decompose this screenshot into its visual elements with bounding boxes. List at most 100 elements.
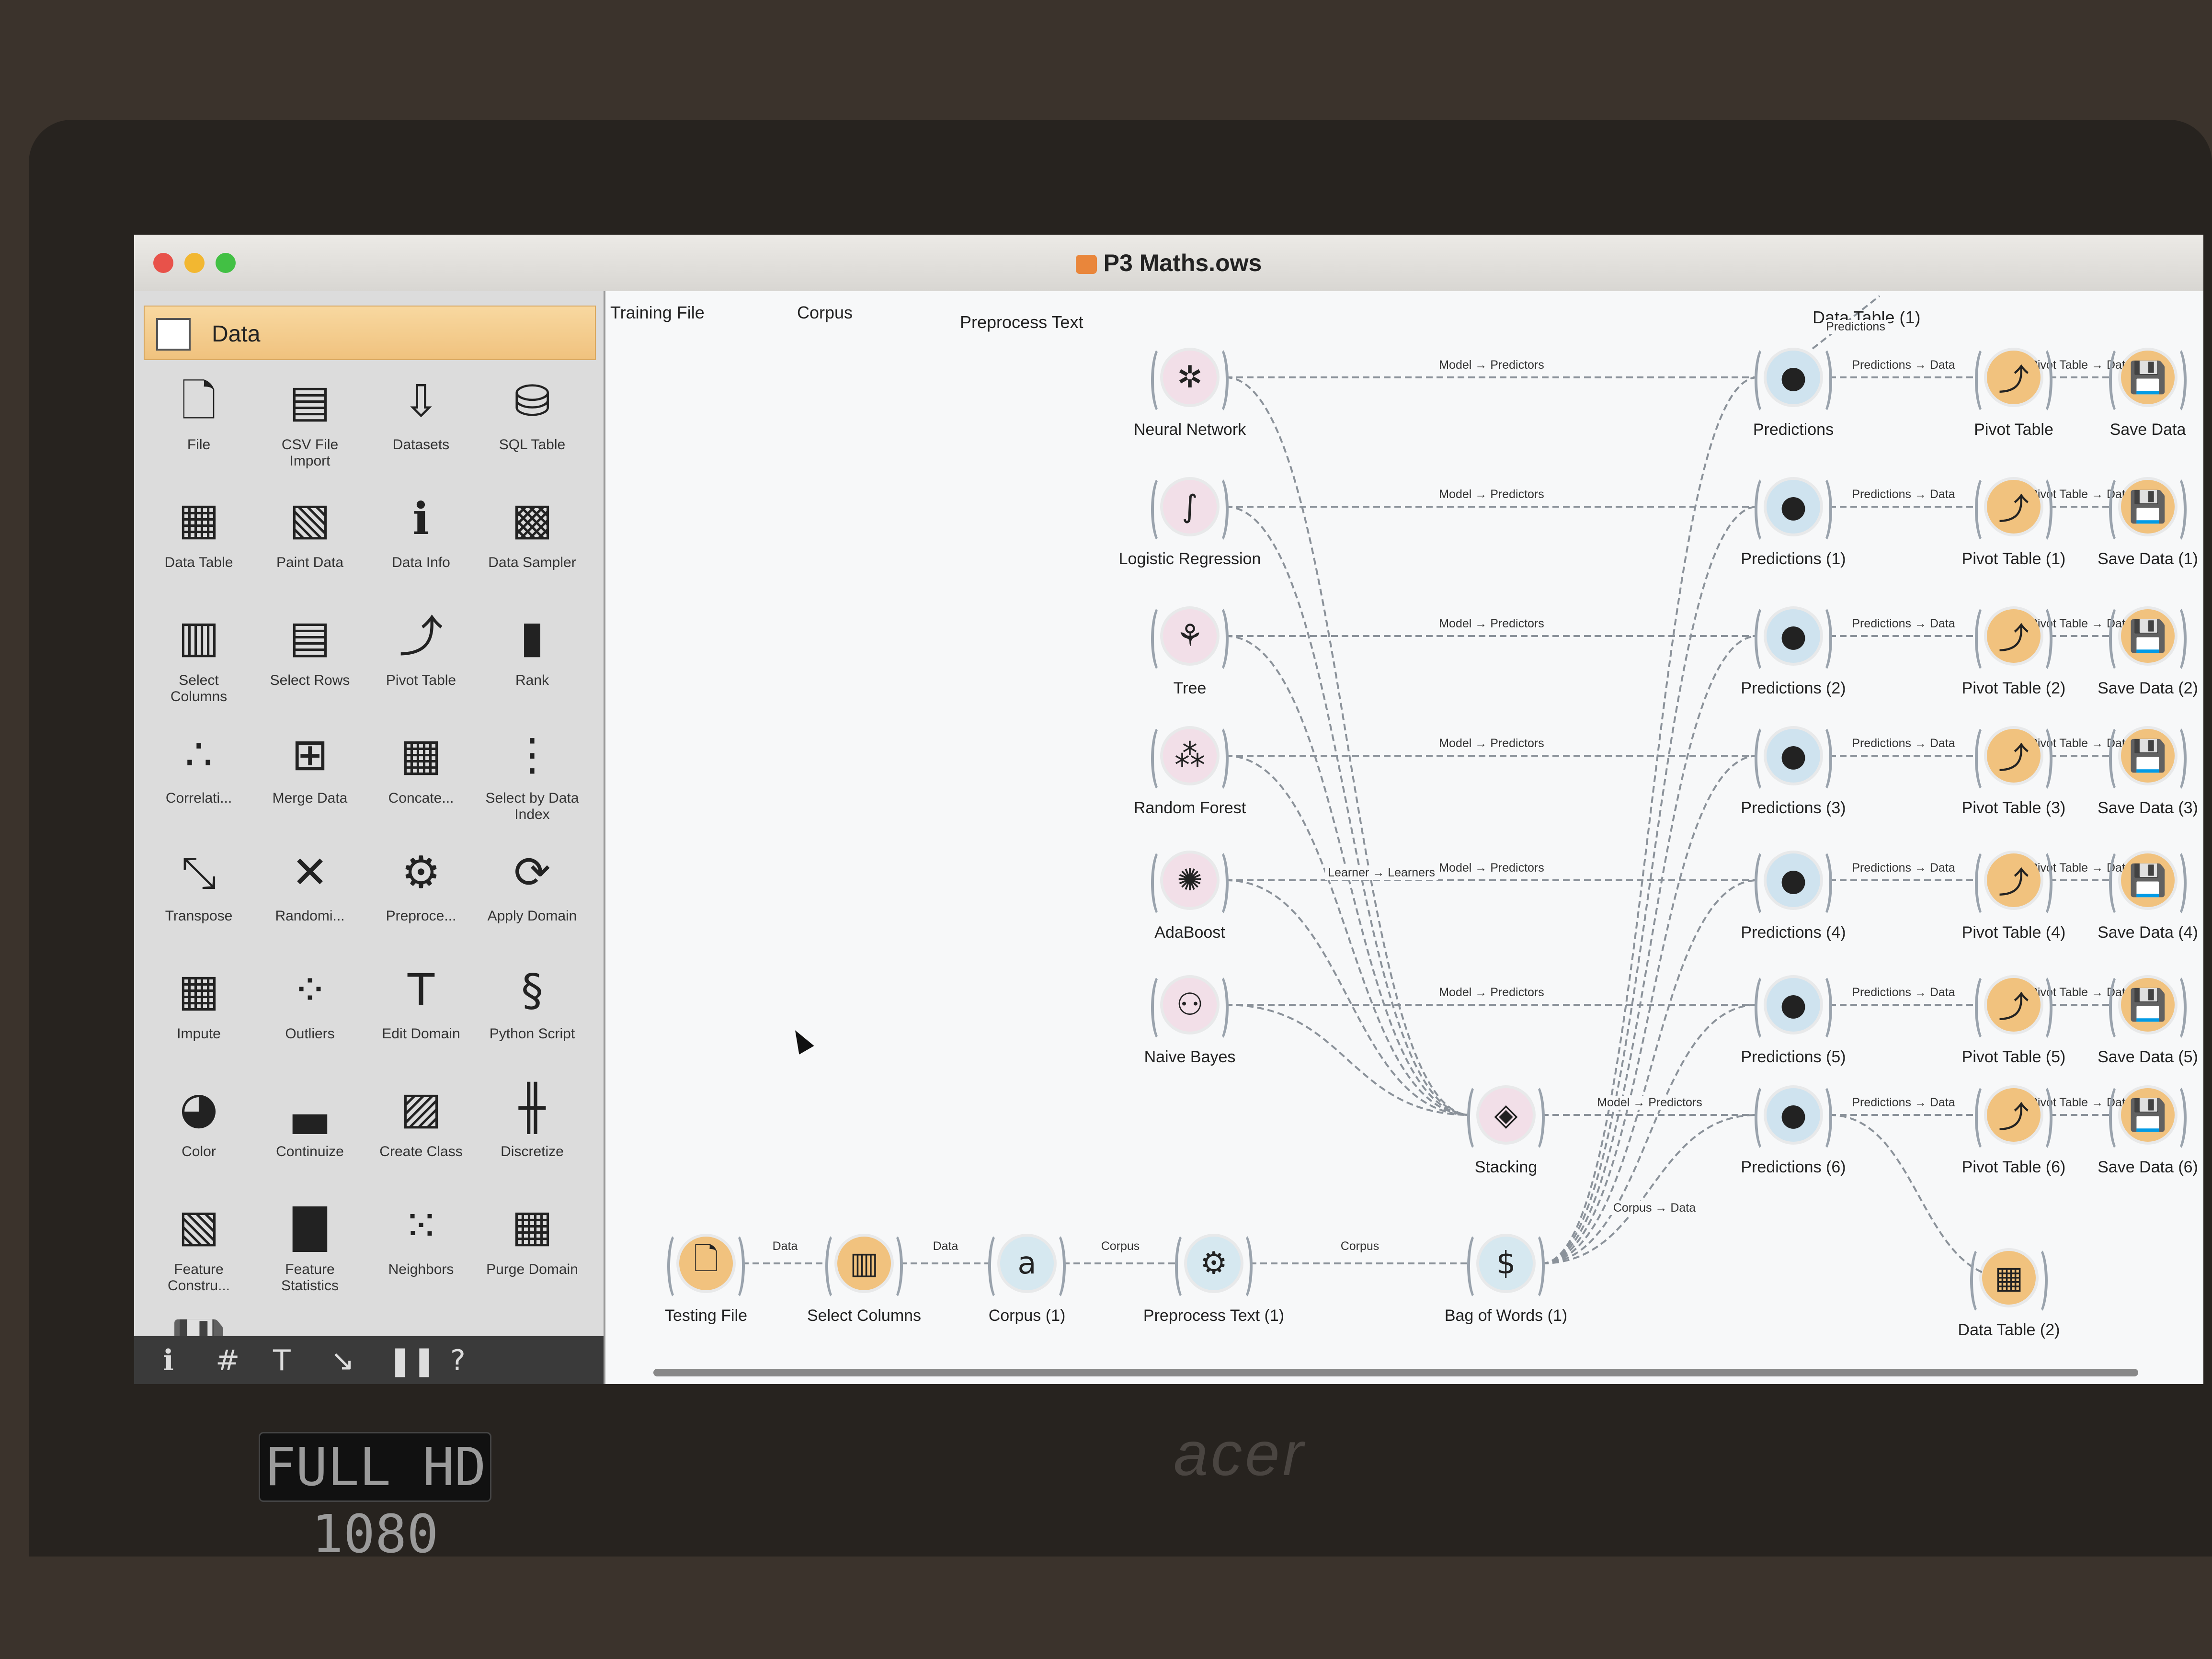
toolbox-widget[interactable]: ⊞ Merge Data: [260, 726, 360, 846]
toolbox-widget[interactable]: ▦ Concate...: [371, 726, 471, 846]
file-icon: 🗋: [181, 375, 217, 427]
pipeline-node[interactable]: a: [988, 1227, 1066, 1301]
toolbox-widget-label: Rank: [515, 672, 549, 688]
pivot-table-node[interactable]: ⤴: [1975, 1079, 2052, 1153]
toolbox-widget[interactable]: ⁙ Neighbors: [371, 1197, 471, 1317]
info-icon[interactable]: ℹ: [163, 1344, 174, 1377]
toolbox-widget-label: Data Info: [392, 555, 450, 570]
save-data-node[interactable]: 💾: [2109, 844, 2187, 918]
corpus-data-link: [1541, 755, 1758, 1264]
toolbox-widget[interactable]: ▤ CSV File Import: [260, 373, 360, 492]
toolbox-widget[interactable]: ▩ Data Sampler: [482, 490, 582, 610]
pipeline-node[interactable]: 🗋: [667, 1227, 745, 1301]
pivot-table-node[interactable]: ⤴: [1975, 844, 2052, 918]
predictions-node[interactable]: ●: [1755, 969, 1832, 1043]
model-node[interactable]: ⚘: [1151, 600, 1229, 674]
predictions-node[interactable]: ●: [1755, 341, 1832, 415]
toolbox-widget[interactable]: ▦ Purge Domain: [482, 1197, 582, 1317]
save-data-node-label: Save Data (4): [2098, 923, 2198, 942]
corpus-data-link: [1541, 1114, 1758, 1264]
help-icon[interactable]: ?: [450, 1344, 466, 1377]
toolbox-widget[interactable]: ✕ Randomi...: [260, 844, 360, 964]
toolbox-widget[interactable]: ▦ Impute: [148, 962, 249, 1081]
model-node[interactable]: ⚇: [1151, 969, 1229, 1043]
predictions-node[interactable]: ●: [1755, 471, 1832, 545]
toolbox-widget[interactable]: ℹ Data Info: [371, 490, 471, 610]
toolbox-widget-label: Select by Data Index: [485, 790, 579, 822]
save-data-node[interactable]: 💾: [2109, 1079, 2187, 1153]
arrow-annotation-icon[interactable]: ↘: [331, 1344, 354, 1377]
predictions-data-link-label: Predictions → Data: [1849, 737, 1958, 750]
model-node[interactable]: ✺: [1151, 844, 1229, 918]
toolbox-widget[interactable]: ▇ Feature Statistics: [260, 1197, 360, 1317]
toolbox-widget[interactable]: ▮ Rank: [482, 608, 582, 728]
save-icon: 💾: [2121, 853, 2175, 907]
toolbox-widget[interactable]: ▧ Feature Constru...: [148, 1197, 249, 1317]
model-node[interactable]: ∫: [1151, 471, 1229, 545]
pipeline-node[interactable]: ▥: [825, 1227, 903, 1301]
pivot-table-node[interactable]: ⤴: [1975, 969, 2052, 1043]
save-data-node[interactable]: 💾: [2109, 720, 2187, 794]
pipeline-node[interactable]: ⚙: [1175, 1227, 1253, 1301]
horizontal-scrollbar[interactable]: [653, 1369, 2138, 1376]
save-data-node[interactable]: 💾: [2109, 969, 2187, 1043]
text-annotation-icon[interactable]: T: [273, 1344, 291, 1377]
grid-icon[interactable]: #: [216, 1344, 239, 1377]
pivot-table-node-label: Pivot Table (2): [1961, 679, 2066, 697]
predictions-node[interactable]: ●: [1755, 720, 1832, 794]
toolbox-widget-label: Create Class: [379, 1144, 463, 1159]
toolbox-widget[interactable]: ▦ Data Table: [148, 490, 249, 610]
toolbox-category-data[interactable]: Data: [144, 306, 596, 360]
pivot-table-node-label: Pivot Table (6): [1961, 1158, 2066, 1176]
save-data-node[interactable]: 💾: [2109, 471, 2187, 545]
toolbox-widget[interactable]: 🗋 File: [148, 373, 249, 492]
toolbox-widget[interactable]: ╫ Discretize: [482, 1079, 582, 1199]
toolbox-widget[interactable]: T Edit Domain: [371, 962, 471, 1081]
predictions-node[interactable]: ●: [1755, 844, 1832, 918]
save-data-node[interactable]: 💾: [2109, 600, 2187, 674]
model-node[interactable]: ✲: [1151, 341, 1229, 415]
pivot-table-icon: ⤴: [1987, 978, 2041, 1032]
feature-statistics-icon: ▇: [293, 1200, 327, 1251]
predictions-node[interactable]: ●: [1755, 600, 1832, 674]
toolbox-widget[interactable]: ▥ Select Columns: [148, 608, 249, 728]
pivot-table-node[interactable]: ⤴: [1975, 720, 2052, 794]
pivot-table-node-label: Pivot Table (5): [1961, 1048, 2066, 1066]
toolbox-widget[interactable]: ⤡ Transpose: [148, 844, 249, 964]
toolbox-widget[interactable]: ▃ Continuize: [260, 1079, 360, 1199]
toolbox-widget[interactable]: ∴ Correlati...: [148, 726, 249, 846]
toolbox-widget[interactable]: ⚙ Preproce...: [371, 844, 471, 964]
toolbox-widget[interactable]: ⛁ SQL Table: [482, 373, 582, 492]
data-table-node[interactable]: ▦: [1970, 1242, 2048, 1316]
toolbox-widget[interactable]: ▧ Paint Data: [260, 490, 360, 610]
toolbox-widget[interactable]: ▤ Select Rows: [260, 608, 360, 728]
model-node-label: AdaBoost: [1154, 923, 1225, 942]
stacking-node[interactable]: ◈: [1467, 1079, 1545, 1153]
save-data-node[interactable]: 💾: [2109, 341, 2187, 415]
toolbox-widget[interactable]: ◕ Color: [148, 1079, 249, 1199]
pipeline-node[interactable]: $: [1467, 1227, 1545, 1301]
table-icon: ▦: [178, 493, 220, 545]
outliers-icon: ⁘: [291, 965, 329, 1016]
workflow-canvas[interactable]: Training File Corpus Preprocess Text Data T…: [605, 291, 2203, 1384]
pause-icon[interactable]: ❚❚: [388, 1344, 436, 1377]
pivot-table-node[interactable]: ⤴: [1975, 341, 2052, 415]
paint-icon: ▧: [289, 493, 331, 545]
toolbox-widget[interactable]: ⟳ Apply Domain: [482, 844, 582, 964]
pivot-table-node[interactable]: ⤴: [1975, 471, 2052, 545]
pivot-table-node[interactable]: ⤴: [1975, 600, 2052, 674]
predictions-node[interactable]: ●: [1755, 1079, 1832, 1153]
predictions-data-link-label: Predictions → Data: [1849, 617, 1958, 631]
model-node[interactable]: ⁂: [1151, 720, 1229, 794]
toolbox-widget[interactable]: ⁘ Outliers: [260, 962, 360, 1081]
toolbox-widget[interactable]: § Python Script: [482, 962, 582, 1081]
toolbox-widget[interactable]: ⇩ Datasets: [371, 373, 471, 492]
section-title: Preprocess Text: [960, 312, 1083, 332]
naive-bayes-icon: ⚇: [1163, 978, 1217, 1032]
toolbox-widget[interactable]: ▨ Create Class: [371, 1079, 471, 1199]
toolbox-widget[interactable]: ⋮ Select by Data Index: [482, 726, 582, 846]
toolbox-widget[interactable]: ⤴ Pivot Table: [371, 608, 471, 728]
predictions-icon: ●: [1767, 853, 1820, 907]
model-node-label: Logistic Regression: [1118, 550, 1261, 568]
save-data-node-label: Save Data (1): [2098, 550, 2198, 568]
